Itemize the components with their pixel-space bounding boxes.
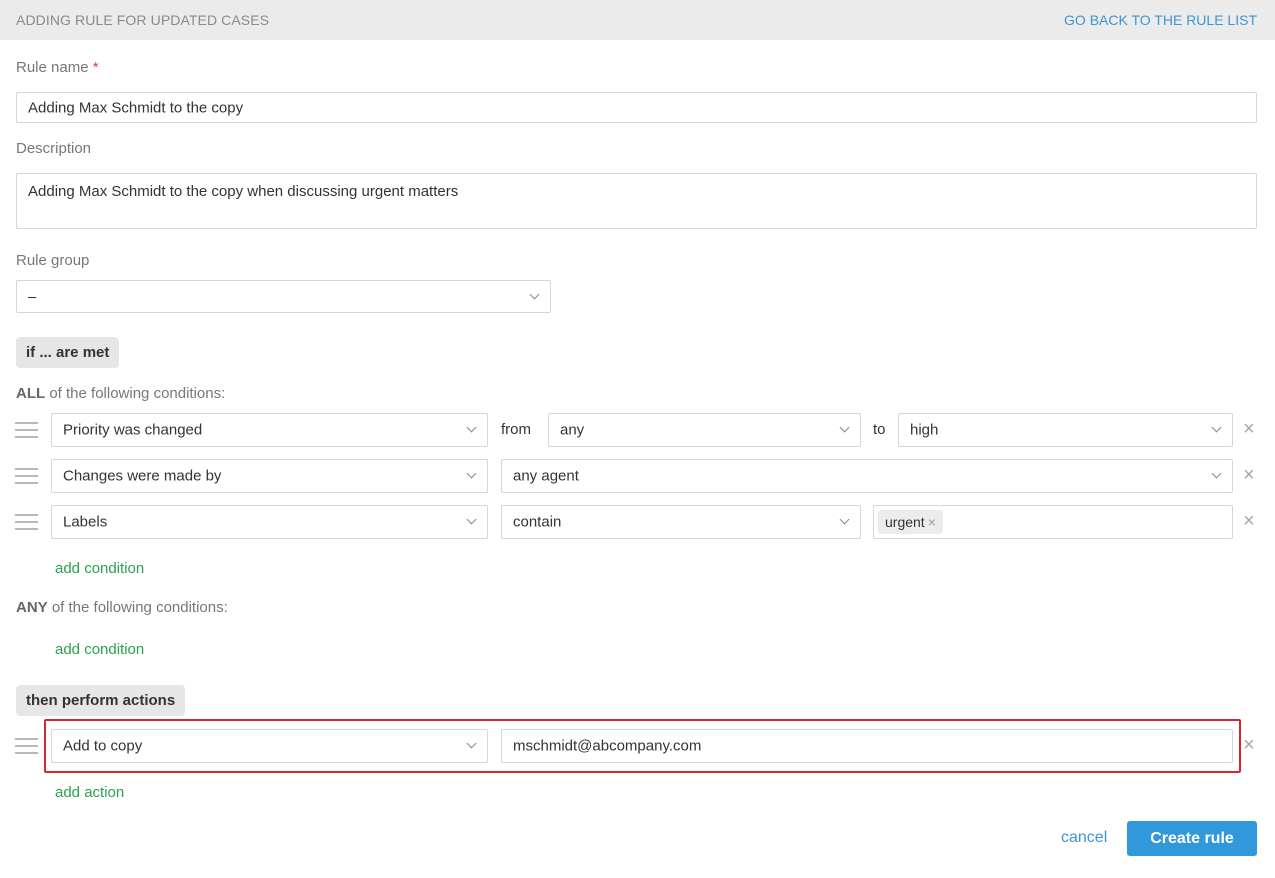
required-asterisk: * — [92, 59, 99, 76]
chevron-down-icon — [839, 422, 850, 433]
back-to-rule-list-link[interactable]: GO BACK TO THE RULE LIST — [1064, 12, 1257, 28]
chevron-down-icon — [466, 738, 477, 749]
remove-condition-icon[interactable]: × — [1243, 465, 1255, 485]
chevron-down-icon — [529, 289, 540, 299]
conditions-section-label: if ... are met — [16, 337, 120, 368]
drag-handle-icon[interactable] — [15, 512, 38, 532]
condition-field-select[interactable]: Labels — [51, 505, 488, 539]
tag-remove-icon[interactable]: × — [928, 514, 936, 530]
chevron-down-icon — [466, 468, 477, 479]
remove-condition-icon[interactable]: × — [1243, 419, 1255, 439]
rule-group-value: – — [28, 288, 37, 305]
remove-action-icon[interactable]: × — [1243, 735, 1255, 755]
condition-operator-select[interactable]: contain — [501, 505, 861, 539]
rule-name-value: Adding Max Schmidt to the copy — [28, 99, 244, 116]
action-email-input[interactable]: mschmidt@abcompany.com — [501, 729, 1233, 763]
label-tag: urgent × — [878, 510, 943, 534]
condition-field-select[interactable]: Priority was changed — [51, 413, 488, 447]
chevron-down-icon — [466, 422, 477, 433]
chevron-down-icon — [1211, 468, 1222, 479]
description-label: Description — [16, 140, 92, 157]
labels-tag-input[interactable]: urgent × — [873, 505, 1233, 539]
description-textarea[interactable]: Adding Max Schmidt to the copy when disc… — [16, 173, 1257, 229]
chevron-down-icon — [466, 514, 477, 525]
rule-group-label: Rule group — [16, 252, 90, 269]
to-word: to — [873, 421, 886, 438]
remove-condition-icon[interactable]: × — [1243, 511, 1255, 531]
actions-section-label: then perform actions — [16, 685, 186, 716]
cancel-button[interactable]: cancel — [1061, 829, 1107, 847]
description-value: Adding Max Schmidt to the copy when disc… — [28, 183, 459, 200]
chevron-down-icon — [839, 514, 850, 525]
from-word: from — [501, 421, 531, 438]
condition-to-select[interactable]: high — [898, 413, 1233, 447]
drag-handle-icon[interactable] — [15, 466, 38, 486]
rule-name-label: Rule name * — [16, 59, 99, 76]
add-condition-link-all[interactable]: add condition — [55, 560, 144, 577]
condition-field-select[interactable]: Changes were made by — [51, 459, 488, 493]
drag-handle-icon[interactable] — [15, 420, 38, 440]
add-action-link[interactable]: add action — [55, 784, 124, 801]
action-type-select[interactable]: Add to copy — [51, 729, 488, 763]
rule-name-input[interactable]: Adding Max Schmidt to the copy — [16, 92, 1257, 123]
page-title: ADDING RULE FOR UPDATED CASES — [16, 12, 270, 28]
any-conditions-heading: ANY of the following conditions: — [16, 599, 228, 616]
page-header: ADDING RULE FOR UPDATED CASES GO BACK TO… — [0, 0, 1275, 40]
condition-value-select[interactable]: any agent — [501, 459, 1233, 493]
drag-handle-icon[interactable] — [15, 736, 38, 756]
all-conditions-heading: ALL of the following conditions: — [16, 385, 226, 402]
create-rule-button[interactable]: Create rule — [1127, 821, 1257, 856]
condition-from-select[interactable]: any — [548, 413, 861, 447]
rule-group-select[interactable]: – — [16, 280, 551, 313]
chevron-down-icon — [1211, 422, 1222, 433]
add-condition-link-any[interactable]: add condition — [55, 641, 144, 658]
